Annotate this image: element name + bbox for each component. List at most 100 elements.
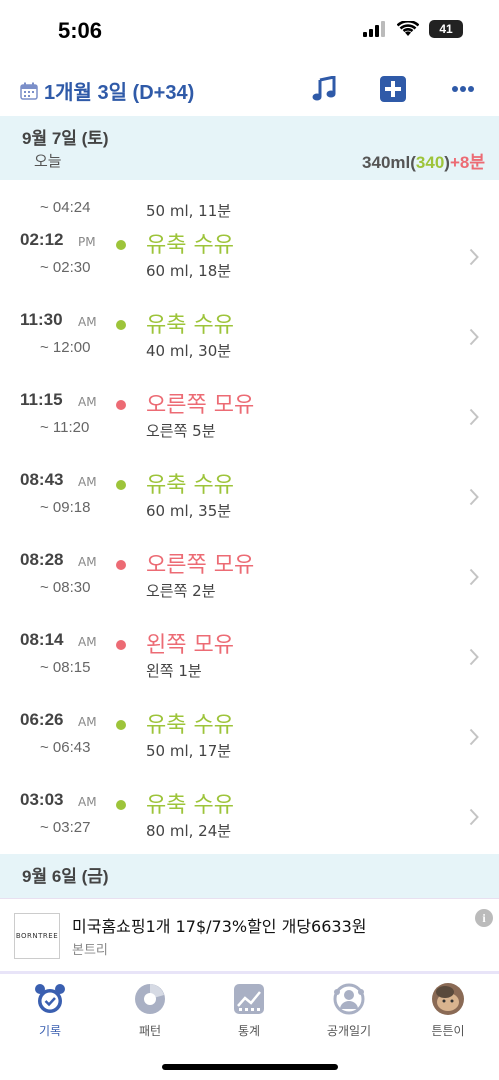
record-type-dot bbox=[116, 240, 126, 250]
record-row[interactable]: 11:15 AM ~ 11:20 오른쪽 모유 오른쪽 5분 bbox=[0, 380, 499, 460]
more-button[interactable] bbox=[448, 74, 478, 104]
pattern-chart-icon bbox=[133, 982, 167, 1016]
record-start-time: 02:12 bbox=[20, 230, 64, 249]
tab-stats[interactable]: 통계 bbox=[209, 982, 289, 1039]
record-detail: 50 ml, 11분 bbox=[146, 202, 232, 220]
record-type-dot bbox=[116, 640, 126, 650]
baby-avatar-icon bbox=[431, 982, 465, 1016]
record-type-dot bbox=[116, 320, 126, 330]
record-end-time: ~ 04:24 bbox=[40, 199, 91, 216]
top-bar: 1개월 3일 (D+34) bbox=[0, 62, 499, 116]
signal-icon bbox=[363, 21, 385, 37]
record-type: 유축 수유 bbox=[146, 713, 234, 738]
home-indicator bbox=[162, 1064, 338, 1070]
music-note-icon bbox=[312, 76, 336, 101]
ad-logo: BORNTREE bbox=[14, 913, 60, 959]
record-type: 유축 수유 bbox=[146, 313, 234, 338]
record-row[interactable]: 08:28 AM ~ 08:30 오른쪽 모유오른쪽 2분 bbox=[0, 540, 499, 620]
record-end-time: ~ 11:20 bbox=[40, 419, 90, 436]
record-ampm: AM bbox=[78, 315, 97, 329]
record-type: 오른쪽 모유 bbox=[146, 393, 255, 418]
record-detail: 60 ml, 35분 bbox=[146, 502, 232, 520]
record-type: 오른쪽 모유 bbox=[146, 553, 255, 578]
record-type: 유축 수유 bbox=[146, 793, 234, 818]
ad-advertiser: 본트리 bbox=[72, 943, 108, 958]
record-row[interactable]: 11:30 AM ~ 12:00 유축 수유 40 ml, 30분 bbox=[0, 300, 499, 380]
tab-pattern[interactable]: 패턴 bbox=[110, 982, 190, 1039]
tab-record[interactable]: 기록 bbox=[10, 982, 90, 1039]
tab-baby-profile[interactable]: 튼튼이 bbox=[408, 982, 488, 1039]
record-detail: 오른쪽 2분 bbox=[146, 582, 216, 600]
ad-info-icon[interactable]: i bbox=[475, 909, 493, 927]
chevron-right-icon bbox=[469, 568, 479, 586]
age-title-button[interactable]: 1개월 3일 (D+34) bbox=[20, 76, 194, 105]
day-sub-label: 오늘 bbox=[34, 152, 62, 170]
record-type: 유축 수유 bbox=[146, 473, 234, 498]
record-ampm: AM bbox=[78, 795, 97, 809]
record-row[interactable]: 02:12 PM ~ 02:30 유축 수유 60 ml, 18분 bbox=[0, 220, 499, 300]
status-bar: 5:06 41 bbox=[0, 0, 499, 62]
music-button[interactable] bbox=[309, 74, 339, 104]
chevron-right-icon bbox=[469, 328, 479, 346]
record-type-dot bbox=[116, 800, 126, 810]
chevron-right-icon bbox=[469, 408, 479, 426]
record-ampm: AM bbox=[78, 475, 97, 489]
plus-square-icon bbox=[380, 76, 406, 102]
record-end-time: ~ 02:30 bbox=[40, 259, 91, 276]
record-start-time: 06:26 bbox=[20, 710, 64, 729]
record-detail: 60 ml, 18분 bbox=[146, 262, 232, 280]
record-start-time: 08:43 bbox=[20, 470, 64, 489]
record-end-time: ~ 08:15 bbox=[40, 659, 91, 676]
record-detail: 80 ml, 24분 bbox=[146, 822, 232, 840]
record-end-time: ~ 12:00 bbox=[40, 339, 91, 356]
chevron-right-icon bbox=[469, 648, 479, 666]
record-end-time: ~ 08:30 bbox=[40, 579, 91, 596]
chevron-right-icon bbox=[469, 488, 479, 506]
record-detail: 왼쪽 1분 bbox=[146, 662, 202, 680]
alarm-clock-icon bbox=[33, 982, 67, 1016]
record-end-time: ~ 06:43 bbox=[40, 739, 91, 756]
record-row[interactable]: 08:43 AM ~ 09:18 유축 수유 60 ml, 35분 bbox=[0, 460, 499, 540]
record-type: 왼쪽 모유 bbox=[146, 633, 234, 658]
stats-icon bbox=[232, 982, 266, 1016]
chevron-right-icon bbox=[469, 728, 479, 746]
record-row[interactable]: 08:14 AM ~ 08:15 왼쪽 모유왼쪽 1분 bbox=[0, 620, 499, 700]
record-ampm: PM bbox=[78, 235, 96, 249]
record-type: 유축 수유 bbox=[146, 233, 234, 258]
record-start-time: 08:14 bbox=[20, 630, 64, 649]
record-type-dot bbox=[116, 400, 126, 410]
add-record-button[interactable] bbox=[378, 74, 408, 104]
record-detail: 50 ml, 17분 bbox=[146, 742, 232, 760]
day-date: 9월 7일 (토) bbox=[22, 129, 109, 148]
record-detail: 40 ml, 30분 bbox=[146, 342, 232, 360]
record-list[interactable]: ~ 04:24 50 ml, 11분 02:12 PM ~ 02:30 유축 수유 60… bbox=[0, 180, 499, 854]
battery-icon: 41 bbox=[429, 20, 463, 38]
record-start-time: 08:28 bbox=[20, 550, 64, 569]
record-type-dot bbox=[116, 720, 126, 730]
record-type-dot bbox=[116, 480, 126, 490]
record-end-time: ~ 09:18 bbox=[40, 499, 91, 516]
record-start-time: 11:30 bbox=[20, 310, 63, 329]
record-ampm: AM bbox=[78, 555, 97, 569]
record-ampm: AM bbox=[78, 715, 97, 729]
record-start-time: 03:03 bbox=[20, 790, 64, 809]
tab-public-diary[interactable]: 공개일기 bbox=[309, 982, 389, 1039]
day-header-previous: 9월 6일 (금) bbox=[0, 854, 499, 898]
record-start-time: 11:15 bbox=[20, 390, 63, 409]
record-row[interactable]: 06:26 AM ~ 06:43 유축 수유 50 ml, 17분 bbox=[0, 700, 499, 780]
record-ampm: AM bbox=[78, 635, 97, 649]
ad-title: 미국홈쇼핑1개 17$/73%할인 개당6633원 bbox=[72, 917, 367, 936]
chevron-right-icon bbox=[469, 808, 479, 826]
day-date: 9월 6일 (금) bbox=[22, 867, 109, 886]
record-row[interactable]: 03:03 AM ~ 03:27 유축 수유 80 ml, 24분 bbox=[0, 780, 499, 854]
day-header-today: 9월 7일 (토) 오늘 340ml(340)+8분 bbox=[0, 116, 499, 180]
record-detail: 오른쪽 5분 bbox=[146, 422, 216, 440]
calendar-icon bbox=[20, 82, 38, 100]
record-type-dot bbox=[116, 560, 126, 570]
age-title: 1개월 3일 (D+34) bbox=[44, 82, 195, 104]
wifi-icon bbox=[397, 21, 419, 36]
ad-banner[interactable]: BORNTREE 미국홈쇼핑1개 17$/73%할인 개당6633원 본트리 i bbox=[0, 898, 499, 975]
status-time: 5:06 bbox=[58, 18, 103, 43]
day-summary: 340ml(340)+8분 bbox=[362, 153, 485, 172]
public-diary-icon bbox=[332, 982, 366, 1016]
